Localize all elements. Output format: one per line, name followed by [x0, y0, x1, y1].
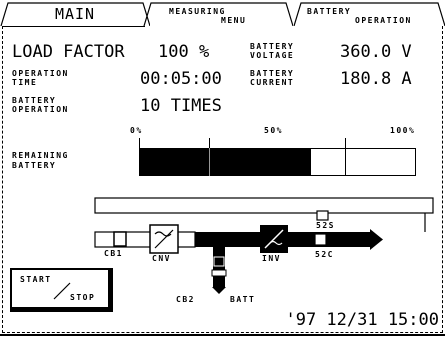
battery-branch-line — [213, 247, 225, 287]
breaker-cb2 — [213, 256, 225, 267]
tab-battery-operation-label-2: OPERATION — [355, 16, 412, 25]
bar-inner-tick-75 — [345, 148, 346, 176]
battery-current-label-2: CURRENT — [250, 78, 295, 87]
tab-measuring-menu-label-1: MEASURING — [169, 7, 226, 16]
battery-voltage-value: 360.0 V — [340, 42, 412, 62]
datetime-display: '97 12/31 15:00 — [285, 310, 439, 330]
output-line — [288, 232, 370, 247]
bar-inner-tick-50 — [209, 148, 210, 176]
load-factor-value: 100 % — [158, 42, 210, 62]
inv-label: INV — [262, 254, 281, 263]
scale-tick-50 — [209, 138, 210, 148]
operation-time-value: 00:05:00 — [140, 69, 222, 89]
switch-52c-label: 52C — [315, 250, 334, 259]
scale-tick-100 — [345, 138, 346, 148]
bypass-line — [94, 197, 434, 214]
battery-operation-screen: MAIN MEASURING MENU BATTERY OPERATION LO… — [0, 0, 445, 339]
scale-tick-0 — [139, 138, 140, 148]
bottom-line — [0, 334, 445, 336]
cb2-label: CB2 — [176, 295, 195, 304]
scale-100-label: 100% — [390, 126, 416, 135]
stop-label: STOP — [70, 293, 96, 302]
switch-52s-label: 52S — [316, 221, 335, 230]
input-line — [94, 231, 196, 248]
scale-50-label: 50% — [264, 126, 283, 135]
battery-operation-label-1: BATTERY — [12, 96, 57, 105]
battery-voltage-label-1: BATTERY — [250, 42, 295, 51]
battery-current-value: 180.8 A — [340, 69, 412, 89]
battery-operation-count: 10 TIMES — [140, 96, 222, 116]
cnv-label: CNV — [152, 254, 171, 263]
tab-main-label: MAIN — [54, 5, 96, 23]
tab-measuring-menu[interactable]: MEASURING MENU — [143, 2, 293, 26]
batt-label: BATT — [230, 295, 256, 304]
scale-0-label: 0% — [130, 126, 143, 135]
operation-time-label-1: OPERATION — [12, 69, 69, 78]
battery-voltage-label-2: VOLTAGE — [250, 51, 295, 60]
switch-52s — [316, 210, 329, 221]
remaining-battery-fill — [139, 148, 311, 176]
cb1-label: CB1 — [104, 249, 123, 258]
output-arrow — [370, 229, 383, 250]
operation-time-label-2: TIME — [12, 78, 38, 87]
tab-battery-operation[interactable]: BATTERY OPERATION — [293, 2, 445, 26]
tab-battery-operation-label-1: BATTERY — [307, 7, 352, 16]
tab-measuring-menu-label-2: MENU — [221, 16, 247, 25]
tab-main[interactable]: MAIN — [0, 2, 150, 26]
remaining-battery-label-1: REMAINING — [12, 151, 69, 160]
dc-link-line — [195, 232, 260, 247]
battery-current-label-1: BATTERY — [250, 69, 295, 78]
start-stop-button[interactable]: START STOP — [10, 268, 113, 312]
load-factor-label: LOAD FACTOR — [12, 42, 125, 62]
remaining-battery-label-2: BATTERY — [12, 161, 57, 170]
battery-operation-label-2: OPERATION — [12, 105, 69, 114]
start-stop-divider — [53, 282, 71, 300]
panel-top-line — [2, 26, 145, 27]
switch-52c — [314, 233, 327, 246]
breaker-cb1 — [113, 231, 127, 247]
start-label: START — [20, 275, 52, 284]
battery-arrow — [212, 287, 226, 294]
